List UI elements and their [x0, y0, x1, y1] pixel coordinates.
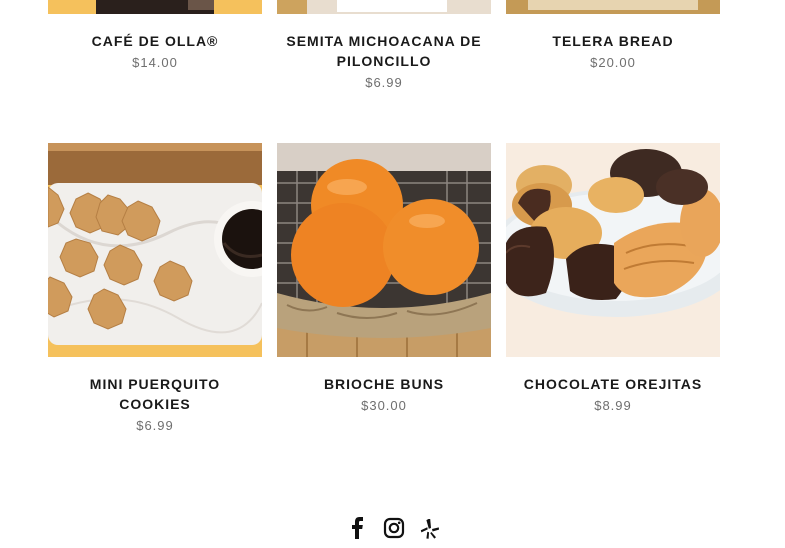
product-card-cafe-de-olla[interactable]: CAFÉ DE OLLA® $14.00 [48, 0, 262, 71]
product-image[interactable] [506, 143, 720, 357]
product-card-telera[interactable]: TELERA BREAD $20.00 [506, 0, 720, 71]
yelp-icon[interactable] [419, 517, 441, 539]
product-price: $30.00 [361, 398, 407, 413]
product-card-mini-puerquito[interactable]: MINI PUERQUITO COOKIES $6.99 [48, 143, 262, 434]
product-price: $6.99 [136, 418, 174, 433]
product-price: $14.00 [132, 55, 178, 70]
product-name[interactable]: CHOCOLATE OREJITAS [506, 374, 720, 394]
facebook-icon[interactable] [347, 517, 369, 539]
product-name[interactable]: BRIOCHE BUNS [277, 374, 491, 394]
product-name[interactable]: SEMITA MICHOACANA DE PILONCILLO [277, 31, 491, 71]
product-card-brioche-buns[interactable]: BRIOCHE BUNS $30.00 [277, 143, 491, 414]
social-links [349, 517, 439, 541]
product-price: $6.99 [365, 75, 403, 90]
product-name[interactable]: TELERA BREAD [506, 31, 720, 51]
product-card-semita[interactable]: SEMITA MICHOACANA DE PILONCILLO $6.99 [277, 0, 491, 91]
product-image[interactable] [506, 0, 720, 14]
product-image[interactable] [277, 0, 491, 14]
product-image[interactable] [277, 143, 491, 357]
instagram-icon[interactable] [383, 517, 405, 539]
product-name[interactable]: CAFÉ DE OLLA® [48, 31, 262, 51]
product-name[interactable]: MINI PUERQUITO COOKIES [48, 374, 262, 414]
product-card-chocolate-orejitas[interactable]: CHOCOLATE OREJITAS $8.99 [506, 143, 720, 414]
product-image[interactable] [48, 0, 262, 14]
product-price: $8.99 [594, 398, 632, 413]
product-price: $20.00 [590, 55, 636, 70]
product-image[interactable] [48, 143, 262, 357]
